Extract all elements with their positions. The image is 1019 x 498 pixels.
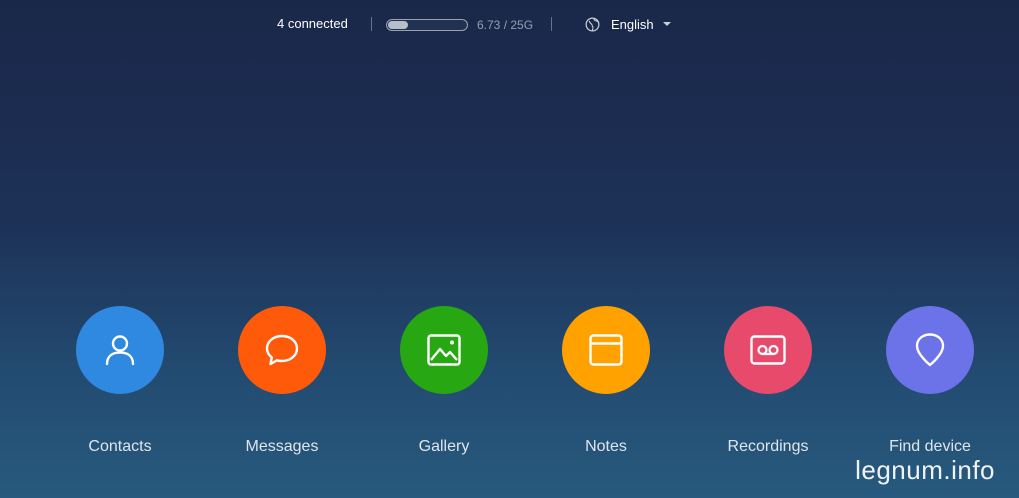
app-icon-circle (724, 306, 812, 394)
storage-bar (386, 19, 468, 31)
app-gallery[interactable]: Gallery (374, 306, 514, 456)
app-contacts[interactable]: Contacts (50, 306, 190, 456)
app-label: Recordings (727, 438, 809, 455)
app-label: Contacts (88, 438, 152, 455)
divider (551, 17, 552, 31)
app-label: Find device (889, 438, 971, 455)
app-icon-circle (400, 306, 488, 394)
app-icon-circle (238, 306, 326, 394)
app-icon-circle (562, 306, 650, 394)
globe-icon (585, 17, 600, 31)
storage-indicator[interactable]: 6.73 / 25G (386, 16, 533, 34)
app-icon-circle (76, 306, 164, 394)
app-find-device[interactable]: Find device (860, 306, 1000, 456)
app-label: Messages (245, 438, 319, 455)
app-label: Gallery (418, 438, 470, 455)
app-recordings[interactable]: Recordings (698, 306, 838, 456)
app-icon-circle (886, 306, 974, 394)
app-label: Notes (585, 438, 627, 455)
app-messages[interactable]: Messages (212, 306, 352, 456)
chat-bubble-icon (265, 334, 299, 366)
person-icon (105, 335, 135, 366)
language-label: English (611, 16, 654, 32)
app-launcher: Contacts Messages Gallery Notes Recordin… (0, 306, 1019, 476)
storage-text: 6.73 / 25G (477, 18, 534, 32)
divider (371, 17, 372, 31)
connected-devices-status[interactable]: 4 connected (277, 16, 348, 31)
language-selector[interactable]: English (585, 14, 671, 34)
location-pin-icon (915, 333, 945, 367)
image-icon (427, 334, 461, 366)
storage-bar-fill (388, 21, 408, 29)
watermark: legnum.info (855, 455, 995, 485)
tape-icon (750, 335, 786, 365)
top-bar: 4 connected 6.73 / 25G English (0, 0, 1019, 48)
app-notes[interactable]: Notes (536, 306, 676, 456)
note-icon (589, 334, 623, 366)
chevron-down-icon (662, 22, 671, 26)
